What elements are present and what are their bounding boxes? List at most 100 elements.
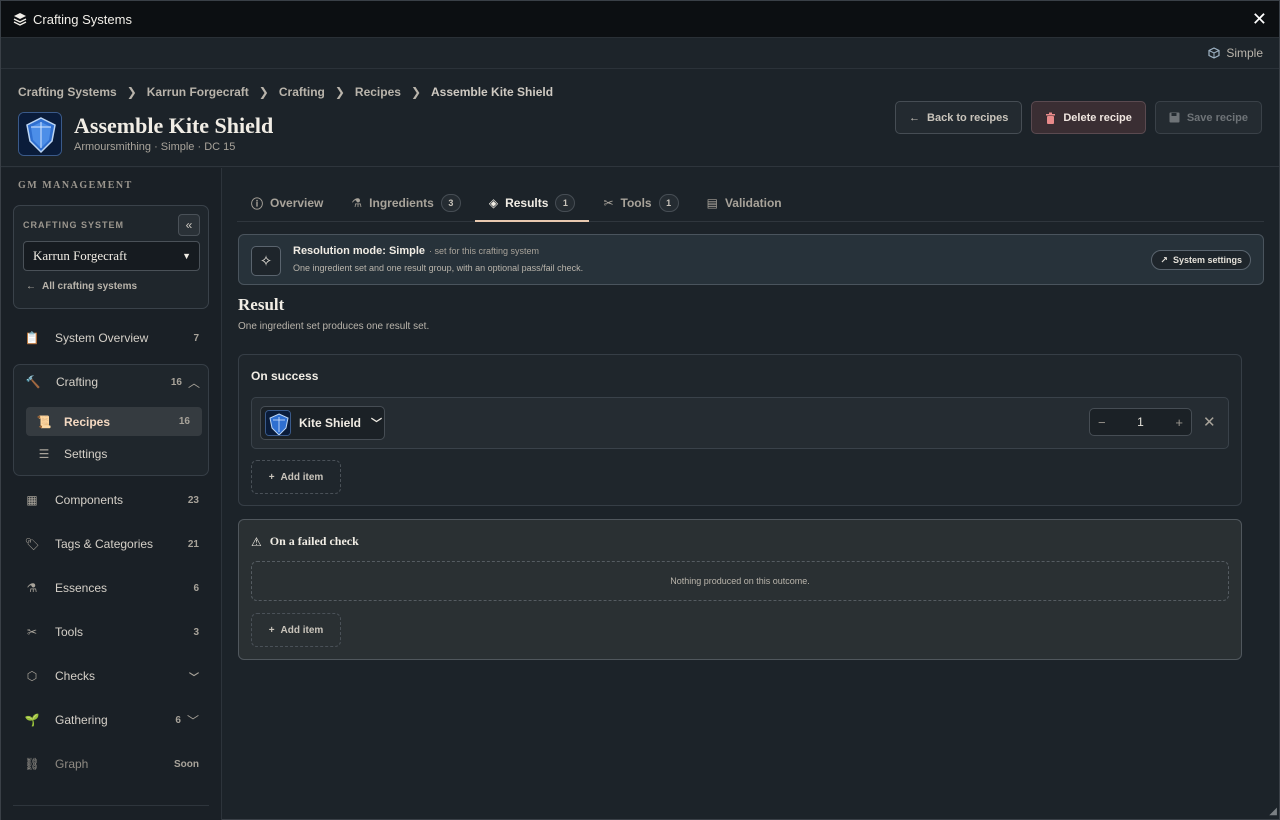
sidebar-item-graph[interactable]: ⛓ Graph Soon xyxy=(13,749,209,779)
sidebar-item-count: 6 xyxy=(193,582,199,594)
result-subtitle: One ingredient set produces one result s… xyxy=(238,321,430,332)
mode-label: Simple xyxy=(1226,46,1263,60)
tab-label: Overview xyxy=(270,196,324,210)
trash-icon xyxy=(1046,112,1056,124)
info-icon: ⓘ xyxy=(251,196,264,211)
chevron-right-icon: ❯ xyxy=(334,85,345,99)
remove-item-icon[interactable]: ✕ xyxy=(1203,413,1216,431)
empty-outcome: Nothing produced on this outcome. xyxy=(251,561,1229,601)
sidebar-item-tools[interactable]: ✂ Tools 3 xyxy=(13,617,209,647)
sidebar-item-system-overview[interactable]: 📋 System Overview 7 xyxy=(13,323,209,353)
layers-icon xyxy=(13,13,27,26)
cubes-icon: ▦ xyxy=(26,493,38,507)
on-failed-check-panel: ⚠ On a failed check Nothing produced on … xyxy=(238,519,1242,660)
caret-down-icon: ▼ xyxy=(182,251,191,261)
sidebar-item-checks[interactable]: ⬡ Checks ﹀ xyxy=(13,661,209,691)
chevron-down-icon: ﹀ xyxy=(186,713,199,728)
tab-overview[interactable]: ⓘ Overview xyxy=(237,185,337,221)
banner-title-text: Resolution mode: Simple xyxy=(293,245,426,257)
main-content: ⓘ Overview ⚗ Ingredients 3 ◈ Results 1 ✂… xyxy=(223,168,1280,820)
breadcrumb-item[interactable]: Crafting Systems xyxy=(18,85,117,99)
d20-icon: ⬡ xyxy=(26,669,38,683)
sidebar-item-recipes[interactable]: 📜 Recipes 16 xyxy=(26,407,202,436)
sidebar-item-essences[interactable]: ⚗ Essences 6 xyxy=(13,573,209,603)
tags-icon: 🏷 xyxy=(24,537,40,551)
chevron-right-icon: ❯ xyxy=(410,85,422,99)
banner-description: One ingredient set and one result group,… xyxy=(293,263,584,273)
quantity-stepper[interactable]: − 1 + xyxy=(1089,408,1192,436)
add-item-button[interactable]: + Add item xyxy=(251,460,341,494)
sidebar-item-count: 6 xyxy=(175,714,181,726)
back-button-label: Back to recipes xyxy=(927,111,1009,124)
magic-wand-icon: ✧ xyxy=(251,246,281,276)
warning-icon: ⚠ xyxy=(251,534,262,549)
tab-results[interactable]: ◈ Results 1 xyxy=(474,185,590,222)
sidebar-item-gathering[interactable]: 🌱 Gathering 6 ﹀ xyxy=(13,705,209,735)
mortar-icon: ⚗ xyxy=(26,581,38,595)
result-item-row: Kite Shield ﹀ − 1 + ✕ xyxy=(251,397,1229,449)
minus-icon[interactable]: − xyxy=(1098,415,1106,430)
sidebar-item-label: Gathering xyxy=(55,713,108,727)
resolution-mode-banner: ✧ Resolution mode: Simple · set for this … xyxy=(238,234,1264,285)
sidebar-item-settings[interactable]: ☰ Settings xyxy=(26,439,202,468)
kite-shield-thumbnail xyxy=(265,410,291,436)
tools-icon: ✂ xyxy=(26,625,38,639)
floppy-icon xyxy=(1169,112,1180,123)
plus-icon[interactable]: + xyxy=(1175,415,1183,430)
crafting-system-label: CRAFTING SYSTEM xyxy=(23,220,125,230)
recipe-subtitle: Armoursmithing · Simple · DC 15 xyxy=(74,141,236,153)
arrow-left-icon: ← xyxy=(26,281,36,292)
banner-note: · set for this crafting system xyxy=(429,246,540,256)
tab-validation[interactable]: ▤ Validation xyxy=(693,185,796,221)
crafting-system-box: CRAFTING SYSTEM « Karrun Forgecraft ▼ ← … xyxy=(13,205,209,309)
breadcrumb-item[interactable]: Recipes xyxy=(355,85,401,99)
hammer-icon: 🔨 xyxy=(25,375,41,389)
add-item-button[interactable]: + Add item xyxy=(251,613,341,647)
mode-bar: Simple xyxy=(1,38,1279,69)
resize-handle-icon[interactable]: ◢ xyxy=(1269,806,1277,817)
system-settings-button[interactable]: ↗ System settings xyxy=(1151,250,1251,270)
sidebar-item-label: Checks xyxy=(55,669,96,683)
all-crafting-systems-link[interactable]: ← All crafting systems xyxy=(26,281,137,292)
plus-icon: + xyxy=(268,471,275,483)
all-crafting-systems-label: All crafting systems xyxy=(42,281,138,292)
back-button[interactable]: ← Back to recipes xyxy=(895,101,1023,134)
delete-button[interactable]: Delete recipe xyxy=(1031,101,1146,134)
header-actions: ← Back to recipes Delete recipe Save rec… xyxy=(895,101,1262,134)
tab-bar: ⓘ Overview ⚗ Ingredients 3 ◈ Results 1 ✂… xyxy=(237,185,1264,222)
breadcrumb-item[interactable]: Karrun Forgecraft xyxy=(147,85,249,99)
save-button[interactable]: Save recipe xyxy=(1154,101,1262,134)
kite-shield-image xyxy=(18,112,62,156)
chevron-down-icon: ﹀ xyxy=(371,418,383,430)
tab-tools[interactable]: ✂ Tools 1 xyxy=(589,185,692,221)
scroll-icon: 📜 xyxy=(36,414,52,429)
sidebar-item-tags[interactable]: 🏷 Tags & Categories 21 xyxy=(13,529,209,559)
crafting-system-select[interactable]: Karrun Forgecraft ▼ xyxy=(23,241,200,271)
crafting-window: Crafting Systems ✕ Simple Crafting Syste… xyxy=(0,0,1280,820)
sidebar-item-label: Settings xyxy=(64,446,108,461)
on-success-title: On success xyxy=(251,369,319,383)
sidebar-item-label: Tools xyxy=(55,625,84,639)
sidebar-item-count: 7 xyxy=(193,332,199,344)
breadcrumb-item[interactable]: Crafting xyxy=(279,85,325,99)
banner-title: Resolution mode: Simple · set for this cr… xyxy=(293,245,539,257)
close-icon[interactable]: ✕ xyxy=(1252,9,1267,30)
sidebar-item-count: 23 xyxy=(187,494,199,506)
sidebar-item-label: System Overview xyxy=(55,331,149,345)
sidebar-item-crafting[interactable]: 🔨 Crafting 16 ︿ xyxy=(14,367,210,397)
quantity-value[interactable]: 1 xyxy=(1137,415,1144,429)
chevron-right-icon: ❯ xyxy=(126,85,137,99)
sidebar-item-components[interactable]: ▦ Components 23 xyxy=(13,485,209,515)
tab-label: Validation xyxy=(724,196,782,210)
sidebar-item-label: Components xyxy=(55,493,124,507)
sidebar-item-label: Graph xyxy=(55,757,89,771)
sidebar-item-label: Essences xyxy=(55,581,108,595)
external-link-icon: ↗ xyxy=(1160,254,1168,265)
tools-icon: ✂ xyxy=(603,196,614,210)
item-select[interactable]: Kite Shield ﹀ xyxy=(260,406,385,440)
clipboard-icon: 📋 xyxy=(24,331,40,345)
sidebar-item-count: 16 xyxy=(170,376,182,388)
tab-ingredients[interactable]: ⚗ Ingredients 3 xyxy=(337,185,474,221)
tab-label: Tools xyxy=(620,196,652,210)
collapse-sidebar-button[interactable]: « xyxy=(178,214,200,236)
